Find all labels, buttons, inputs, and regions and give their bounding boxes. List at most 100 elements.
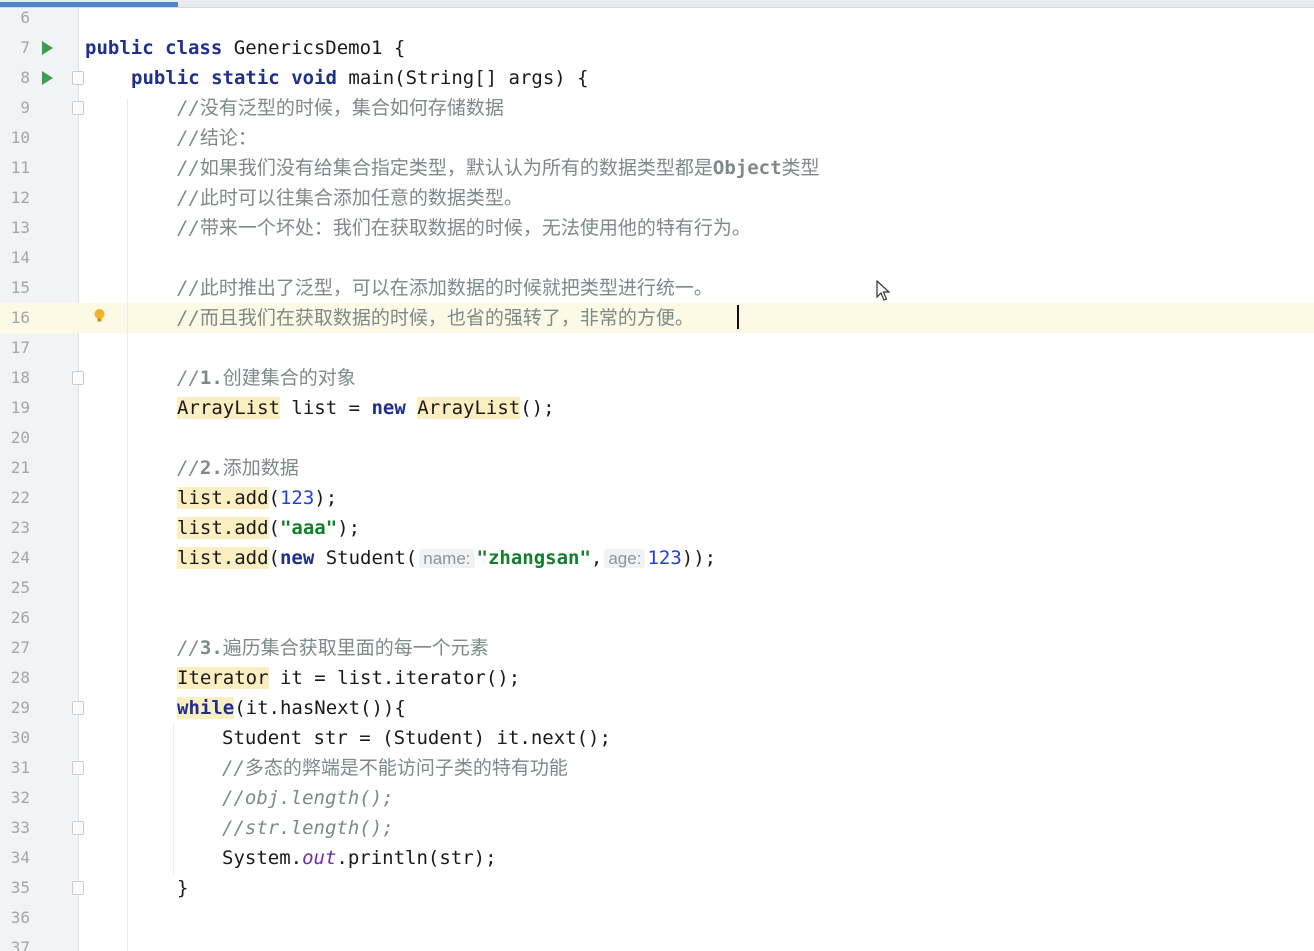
type-name: ArrayList [177,397,280,419]
punctuation: ); [337,517,361,539]
code-line: 15 //此时推出了泛型，可以在添加数据的时候就把类型进行统一。 [0,273,1314,303]
line-number: 17 [10,338,30,357]
comment-prefix: // [177,157,200,179]
static-field: out [302,847,337,869]
code-line: 9 //没有泛型的时候，集合如何存储数据 [0,93,1314,123]
code-line: 26 [0,603,1314,633]
code-line: 24 list.add(new Student(name: "zhangsan",… [0,543,1314,573]
comment-text: 3. [199,637,223,659]
method-declaration: public static void main(String[] args) { [131,63,589,93]
method-signature: main(String[] args) { [348,67,589,89]
line-number: 24 [10,548,30,567]
parameter-hint: name: [419,549,475,568]
fold-icon[interactable] [72,701,84,715]
text-caret [737,305,739,329]
number-literal: 123 [279,487,315,509]
comment-prefix: // [177,97,200,119]
line-number: 6 [20,8,30,27]
code-line: 22 list.add(123); [0,483,1314,513]
line-number: 21 [10,458,30,477]
fold-icon[interactable] [72,761,84,775]
comment-text: 而且我们在获取数据的时候，也省的强转了，非常的方便。 [199,307,694,329]
statement: list.add("aaa"); [177,513,360,543]
comment-prefix: // [177,457,200,479]
line-number: 31 [10,758,30,777]
line-number: 33 [10,818,30,837]
comment: //带来一个坏处：我们在获取数据的时候，无法使用他的特有行为。 [177,213,751,243]
line-number: 36 [10,908,30,927]
method-call: list.add [177,547,269,569]
statement: System.out.println(str); [222,843,497,873]
code-line: 32 //obj.length(); [0,783,1314,813]
fold-icon[interactable] [72,821,84,835]
line-number: 29 [10,698,30,717]
code-line: 13 //带来一个坏处：我们在获取数据的时候，无法使用他的特有行为。 [0,213,1314,243]
code-line: 7 public class GenericsDemo1 { [0,33,1314,63]
punctuation: ); [314,487,338,509]
string-literal: "aaa" [279,517,338,539]
fold-icon[interactable] [72,371,84,385]
comment-text: 结论： [199,127,257,149]
code-text: it = list.iterator(); [268,667,521,689]
class-name: GenericsDemo1 [233,37,383,59]
lightbulb-icon[interactable] [93,308,106,324]
comment-prefix: // [177,217,200,239]
number-literal: 123 [647,547,682,569]
line-number: 30 [10,728,30,747]
code-line: 36 [0,903,1314,933]
type-name: Iterator [177,667,269,689]
punctuation: ( [268,517,280,539]
comment-prefix: // [177,367,200,389]
statement: list.add(123); [177,483,337,513]
comment: //1.创建集合的对象 [177,363,356,393]
keyword: public [85,37,154,59]
keyword: class [165,37,223,59]
code-text: (); [520,397,555,419]
comment: //此时可以往集合添加任意的数据类型。 [177,183,523,213]
line-number: 14 [10,248,30,267]
closing-brace: } [177,877,189,899]
line-number: 34 [10,848,30,867]
code-line: 35 } [0,873,1314,903]
comment-text: 添加数据 [222,457,299,479]
code-line: 37 [0,933,1314,951]
keyword: void [291,67,337,89]
code-line: 16 //而且我们在获取数据的时候，也省的强转了，非常的方便。 [0,303,1314,333]
comment-prefix: // [177,277,200,299]
comment-text: 类型 [781,157,820,179]
comment: //多态的弊端是不能访问子类的特有功能 [222,753,568,783]
line-number: 16 [10,308,30,327]
line-number: 28 [10,668,30,687]
statement: while(it.hasNext()){ [177,693,406,723]
code-line: 6 [0,3,1314,33]
keyword: new [371,397,406,419]
type-name: ArrayList [417,397,521,419]
fold-icon[interactable] [72,101,84,115]
line-number: 8 [20,68,30,87]
code-line: 30 Student str = (Student) it.next(); [0,723,1314,753]
comment: //此时推出了泛型，可以在添加数据的时候就把类型进行统一。 [177,273,713,303]
fold-icon[interactable] [72,71,84,85]
fold-icon[interactable] [72,881,84,895]
comment-prefix: // [222,757,245,779]
comment: //结论： [177,123,257,153]
line-number: 20 [10,428,30,447]
punctuation: { [382,37,406,59]
comment: //obj.length(); [222,783,394,813]
comment: //3.遍历集合获取里面的每一个元素 [177,633,489,663]
punctuation: ( [268,487,280,509]
comment-prefix: // [177,637,200,659]
line-number: 12 [10,188,30,207]
line-number: 26 [10,608,30,627]
method-call: list.add [177,517,269,539]
code-line: 11 //如果我们没有给集合指定类型，默认认为所有的数据类型都是Object类型 [0,153,1314,183]
code-line: 25 [0,573,1314,603]
statement: ArrayList list = new ArrayList(); [177,393,555,423]
code-line: 29 while(it.hasNext()){ [0,693,1314,723]
punctuation: , [590,547,603,569]
punctuation: ( [268,547,280,569]
code-line: 23 list.add("aaa"); [0,513,1314,543]
run-icon[interactable] [42,41,53,55]
comment-text: 此时推出了泛型，可以在添加数据的时候就把类型进行统一。 [199,277,713,299]
run-icon[interactable] [42,71,53,85]
